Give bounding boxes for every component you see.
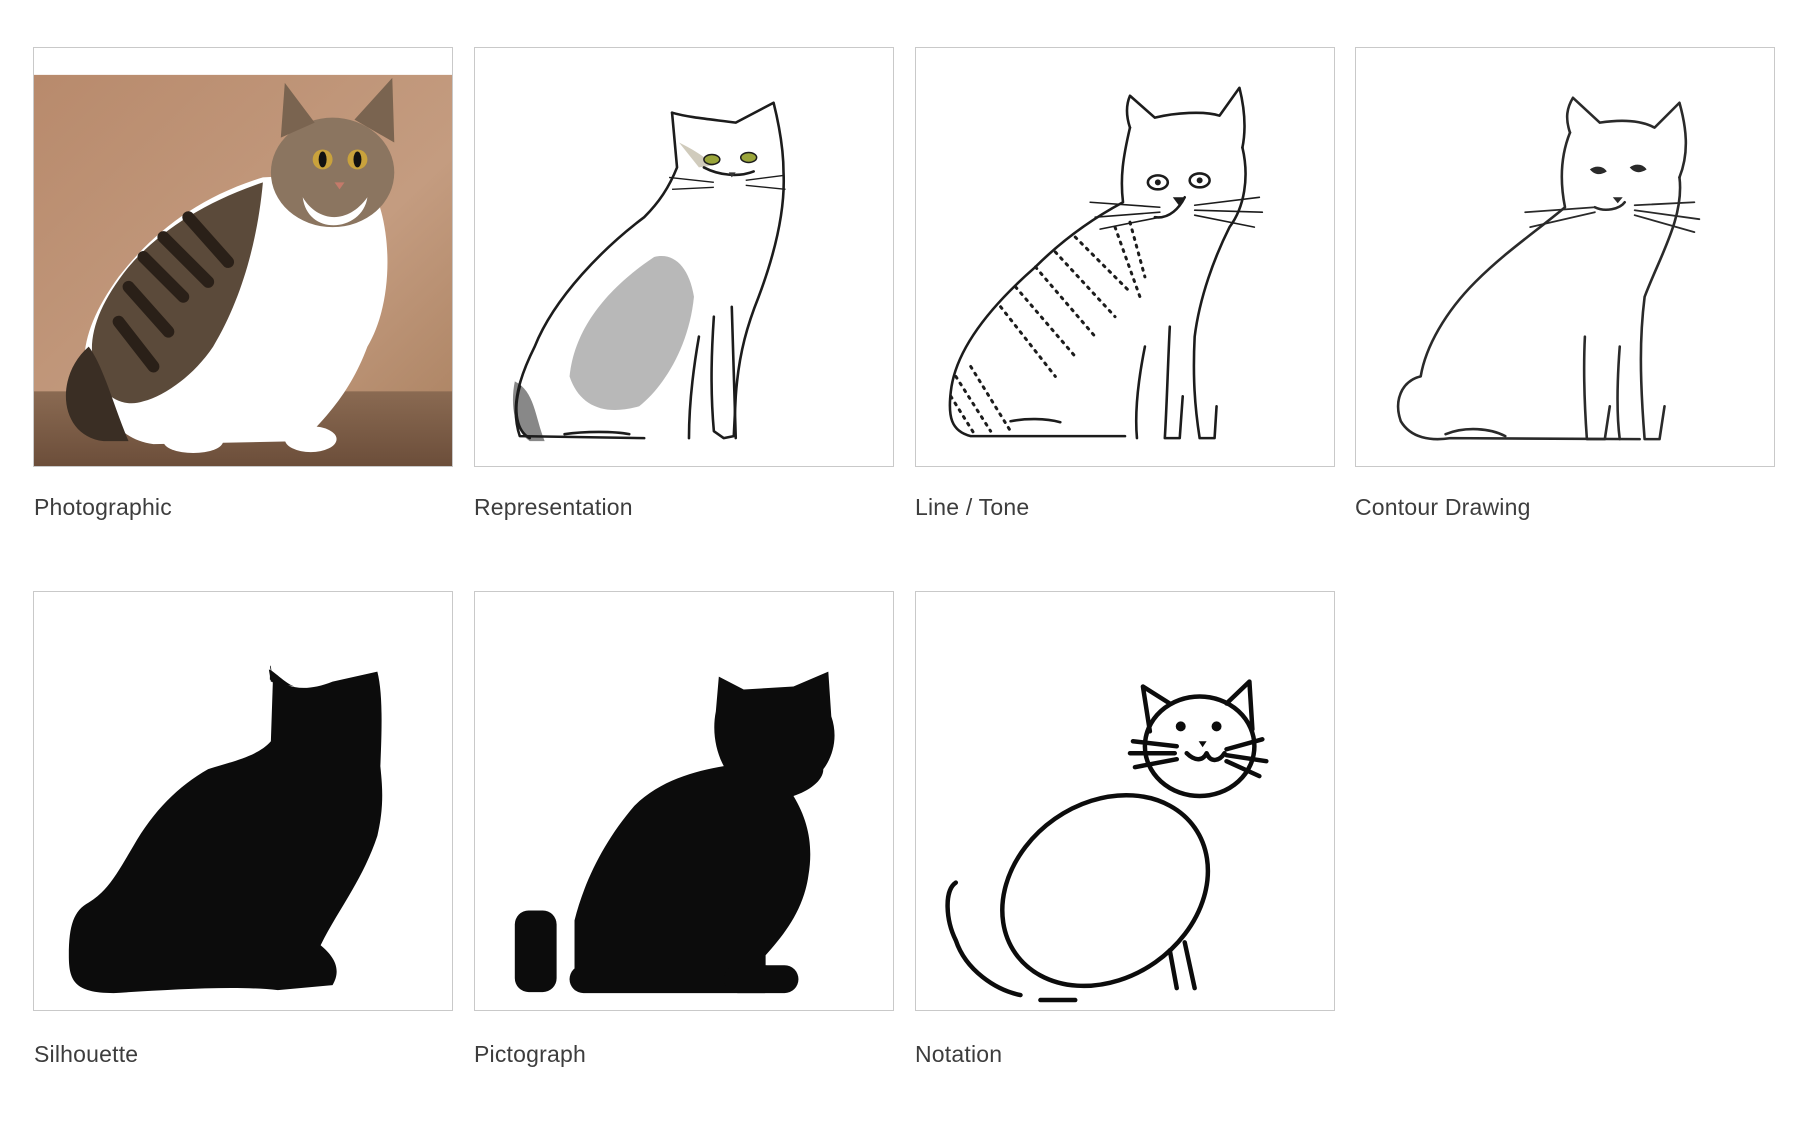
silhouette-cat bbox=[68, 665, 383, 994]
representation-cat-drawing bbox=[512, 101, 791, 442]
line-tone-cat-drawing bbox=[948, 86, 1264, 440]
notation-image bbox=[915, 591, 1335, 1011]
contour-drawing-image bbox=[1355, 47, 1775, 467]
notation-cat-sketch bbox=[945, 679, 1269, 1003]
tile-label-notation: Notation bbox=[915, 1041, 1003, 1067]
pictograph-cat bbox=[514, 671, 835, 994]
tile-label-representation: Representation bbox=[474, 494, 633, 520]
photographic-cat-image bbox=[34, 48, 452, 466]
tile-label-contour-drawing: Contour Drawing bbox=[1355, 494, 1531, 520]
tile-label-silhouette: Silhouette bbox=[34, 1041, 139, 1067]
representation-image bbox=[474, 47, 894, 467]
contour-cat-drawing bbox=[1396, 96, 1701, 441]
tile-label-photographic: Photographic bbox=[34, 494, 172, 520]
silhouette-image bbox=[33, 591, 453, 1011]
line-tone-image bbox=[915, 47, 1335, 467]
tile-label-line-tone: Line / Tone bbox=[915, 494, 1030, 520]
tile-label-pictograph: Pictograph bbox=[474, 1041, 586, 1067]
pictograph-image bbox=[474, 591, 894, 1011]
photographic-image bbox=[33, 47, 453, 467]
